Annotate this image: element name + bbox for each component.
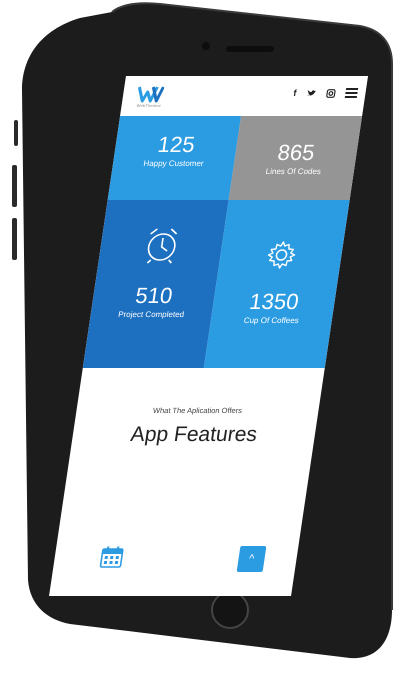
brand-logo[interactable] [136, 84, 165, 104]
menu-hamburger-icon[interactable] [344, 88, 359, 98]
stat-label: Happy Customer [142, 159, 205, 168]
stat-value: 865 [275, 140, 317, 165]
alarm-clock-icon [146, 228, 177, 264]
stat-value: 510 [133, 283, 175, 308]
stat-value: 1350 [247, 289, 301, 314]
instagram-icon[interactable] [326, 88, 336, 98]
facebook-icon[interactable]: f [293, 88, 297, 98]
brand-subtitle: WebThemez [136, 103, 162, 108]
phone-screen: WebThemez f 125 Happy Customer 865 Lines… [49, 76, 368, 596]
features-title: App Features [129, 423, 259, 446]
top-navbar: WebThemez f [120, 76, 368, 116]
phone-mockup: WebThemez f 125 Happy Customer 865 Lines… [0, 0, 402, 683]
stat-label: Lines Of Codes [265, 167, 322, 176]
features-eyebrow: What The Aplication Offers [152, 406, 243, 415]
gear-icon [267, 241, 295, 269]
stat-lines-of-code: 865 Lines Of Codes [228, 116, 363, 200]
twitter-icon[interactable] [306, 89, 317, 98]
stat-cup-of-coffees: 1350 Cup Of Coffees [203, 200, 350, 368]
back-to-top-button[interactable]: ^ [236, 546, 267, 572]
stat-value: 125 [156, 132, 197, 157]
features-section: What The Aplication Offers App Features [71, 406, 319, 447]
stat-label: Project Completed [117, 310, 185, 319]
social-links: f [293, 88, 359, 98]
stat-label: Cup Of Coffees [243, 316, 300, 325]
calendar-icon [99, 546, 124, 568]
stat-happy-customer: 125 Happy Customer [107, 116, 242, 200]
